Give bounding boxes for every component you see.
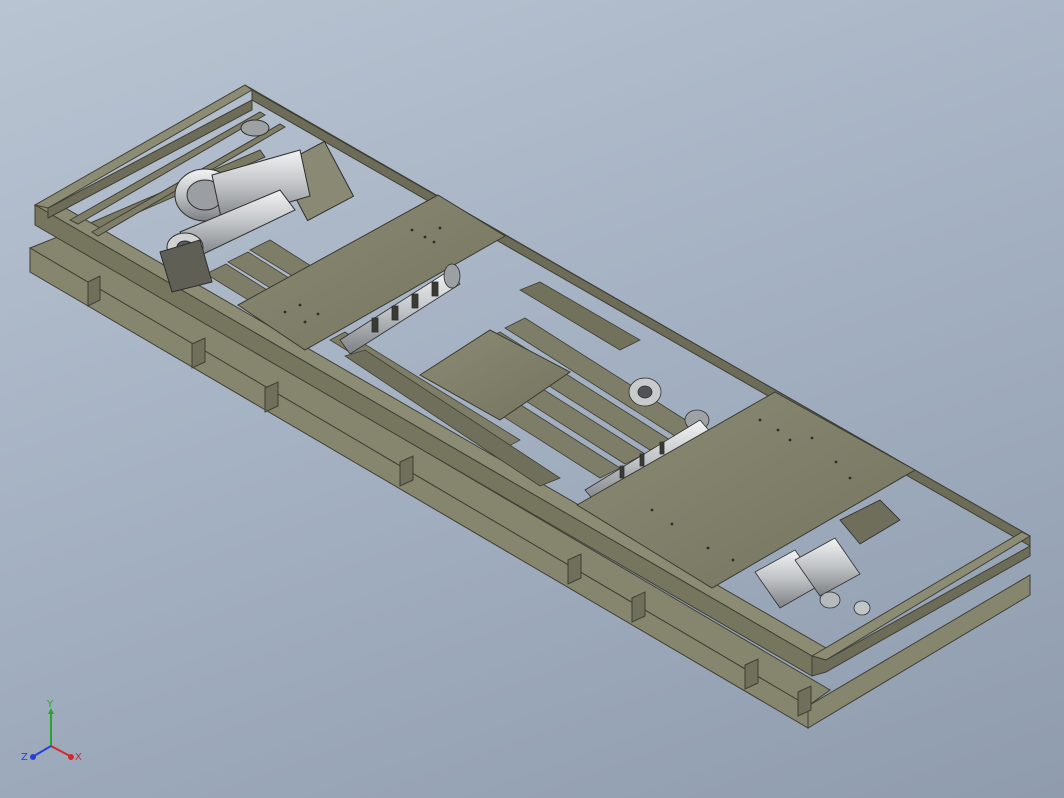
machine-frame-assembly-model[interactable] [0,0,1064,798]
axis-triad: Y X Z [21,700,82,763]
x-axis-label: X [75,752,82,763]
z-axis-label: Z [21,752,28,763]
cad-graphics-viewport[interactable]: Y X Z [0,0,1064,798]
y-axis-label: Y [46,700,54,710]
z-axis-arrow-icon [30,754,36,760]
x-axis-arrow-icon [68,754,74,760]
z-axis-line [33,745,52,757]
